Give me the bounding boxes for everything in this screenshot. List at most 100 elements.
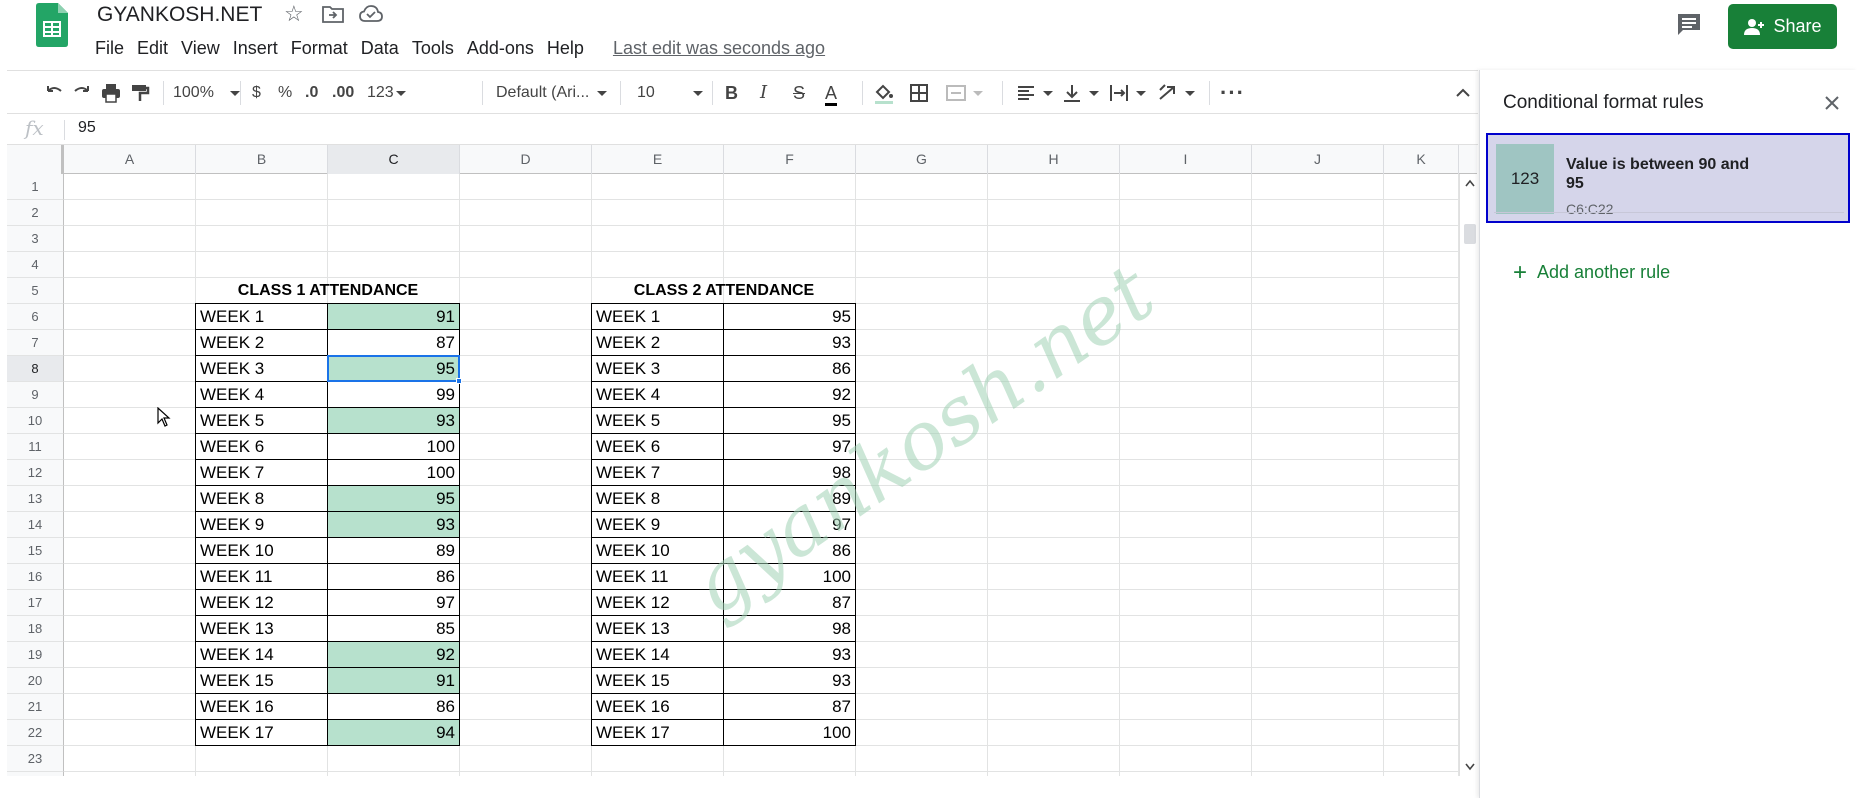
row-header-22[interactable]: 22: [7, 720, 64, 746]
row-header-1[interactable]: 1: [7, 174, 64, 200]
week-cell[interactable]: WEEK 15: [591, 667, 724, 694]
attendance-value-cell[interactable]: 94: [327, 719, 460, 746]
week-cell[interactable]: WEEK 1: [195, 303, 328, 330]
row-header-14[interactable]: 14: [7, 512, 64, 538]
week-cell[interactable]: WEEK 17: [591, 719, 724, 746]
attendance-value-cell[interactable]: 95: [723, 407, 856, 434]
vertical-align-icon[interactable]: [1061, 82, 1099, 104]
week-cell[interactable]: WEEK 4: [195, 381, 328, 408]
scroll-up-icon[interactable]: [1464, 178, 1476, 188]
vertical-scrollbar[interactable]: [1459, 174, 1477, 776]
horizontal-align-icon[interactable]: [1015, 82, 1053, 104]
attendance-value-cell[interactable]: 86: [327, 693, 460, 720]
borders-icon[interactable]: [908, 82, 930, 104]
attendance-value-cell[interactable]: 86: [723, 355, 856, 382]
menu-view[interactable]: View: [181, 36, 228, 60]
week-cell[interactable]: WEEK 15: [195, 667, 328, 694]
move-to-folder-icon[interactable]: [322, 5, 344, 23]
week-cell[interactable]: WEEK 5: [591, 407, 724, 434]
column-header-h[interactable]: H: [988, 145, 1120, 174]
text-rotation-icon[interactable]: [1157, 82, 1195, 104]
row-header-9[interactable]: 9: [7, 382, 64, 408]
attendance-value-cell[interactable]: 97: [327, 589, 460, 616]
increase-decimal-button[interactable]: .00: [332, 82, 354, 104]
menu-help[interactable]: Help: [547, 36, 592, 60]
attendance-value-cell[interactable]: 95: [723, 303, 856, 330]
redo-icon[interactable]: [71, 82, 93, 104]
week-cell[interactable]: WEEK 11: [195, 563, 328, 590]
attendance-value-cell[interactable]: 87: [723, 693, 856, 720]
attendance-value-cell[interactable]: 91: [327, 667, 460, 694]
column-header-d[interactable]: D: [460, 145, 592, 174]
week-cell[interactable]: WEEK 8: [195, 485, 328, 512]
text-color-button[interactable]: A: [825, 82, 838, 106]
menu-format[interactable]: Format: [291, 36, 356, 60]
week-cell[interactable]: WEEK 5: [195, 407, 328, 434]
attendance-value-cell[interactable]: 100: [327, 459, 460, 486]
row-header-23[interactable]: 23: [7, 746, 64, 772]
row-header-17[interactable]: 17: [7, 590, 64, 616]
attendance-value-cell[interactable]: 89: [723, 485, 856, 512]
week-cell[interactable]: WEEK 14: [591, 641, 724, 668]
font-size-select[interactable]: 10: [637, 82, 703, 104]
attendance-value-cell[interactable]: 85: [327, 615, 460, 642]
attendance-value-cell[interactable]: 93: [723, 641, 856, 668]
document-title[interactable]: GYANKOSH.NET: [97, 3, 262, 27]
row-header-7[interactable]: 7: [7, 330, 64, 356]
row-header-8[interactable]: 8: [7, 356, 64, 382]
add-another-rule-button[interactable]: + Add another rule: [1513, 260, 1670, 284]
attendance-value-cell[interactable]: 100: [723, 719, 856, 746]
close-icon[interactable]: [1821, 92, 1843, 114]
menu-edit[interactable]: Edit: [137, 36, 176, 60]
attendance-value-cell[interactable]: 87: [327, 329, 460, 356]
formula-input[interactable]: 95: [78, 119, 96, 137]
row-header-19[interactable]: 19: [7, 642, 64, 668]
menu-data[interactable]: Data: [361, 36, 407, 60]
attendance-value-cell[interactable]: 93: [723, 667, 856, 694]
row-header-11[interactable]: 11: [7, 434, 64, 460]
column-header-f[interactable]: F: [724, 145, 856, 174]
row-header-10[interactable]: 10: [7, 408, 64, 434]
week-cell[interactable]: WEEK 4: [591, 381, 724, 408]
week-cell[interactable]: WEEK 1: [591, 303, 724, 330]
select-all-corner[interactable]: [7, 145, 64, 174]
conditional-rule-card[interactable]: 123 Value is between 90 and 95 C6:C22: [1486, 133, 1850, 223]
scroll-down-icon[interactable]: [1464, 762, 1476, 772]
attendance-value-cell[interactable]: 87: [723, 589, 856, 616]
week-cell[interactable]: WEEK 9: [591, 511, 724, 538]
column-header-j[interactable]: J: [1252, 145, 1384, 174]
menu-tools[interactable]: Tools: [412, 36, 462, 60]
week-cell[interactable]: WEEK 3: [195, 355, 328, 382]
attendance-value-cell[interactable]: 86: [723, 537, 856, 564]
comment-icon[interactable]: [1675, 11, 1703, 39]
italic-button[interactable]: I: [760, 82, 767, 104]
bold-button[interactable]: B: [725, 82, 738, 104]
attendance-value-cell[interactable]: 93: [327, 407, 460, 434]
week-cell[interactable]: WEEK 9: [195, 511, 328, 538]
more-formats-select[interactable]: 123: [367, 82, 406, 104]
undo-icon[interactable]: [43, 82, 65, 104]
attendance-value-cell[interactable]: 100: [327, 433, 460, 460]
week-cell[interactable]: WEEK 3: [591, 355, 724, 382]
sheets-logo-icon[interactable]: [36, 3, 68, 47]
row-header-5[interactable]: 5: [7, 278, 64, 304]
column-header-a[interactable]: A: [64, 145, 196, 174]
attendance-value-cell[interactable]: 98: [723, 459, 856, 486]
currency-format-button[interactable]: $: [252, 82, 261, 104]
attendance-value-cell[interactable]: 95: [327, 355, 460, 382]
font-family-select[interactable]: Default (Ari...: [496, 82, 608, 104]
fill-color-icon[interactable]: [873, 82, 895, 104]
attendance-value-cell[interactable]: 93: [723, 329, 856, 356]
more-options-icon[interactable]: ···: [1220, 82, 1245, 104]
row-header-20[interactable]: 20: [7, 668, 64, 694]
vertical-scroll-thumb[interactable]: [1464, 224, 1476, 244]
week-cell[interactable]: WEEK 6: [195, 433, 328, 460]
week-cell[interactable]: WEEK 7: [195, 459, 328, 486]
attendance-value-cell[interactable]: 97: [723, 511, 856, 538]
print-icon[interactable]: [100, 82, 122, 104]
attendance-value-cell[interactable]: 91: [327, 303, 460, 330]
last-edit-link[interactable]: Last edit was seconds ago: [613, 36, 825, 60]
week-cell[interactable]: WEEK 11: [591, 563, 724, 590]
attendance-value-cell[interactable]: 92: [327, 641, 460, 668]
collapse-toolbar-icon[interactable]: [1452, 82, 1474, 104]
